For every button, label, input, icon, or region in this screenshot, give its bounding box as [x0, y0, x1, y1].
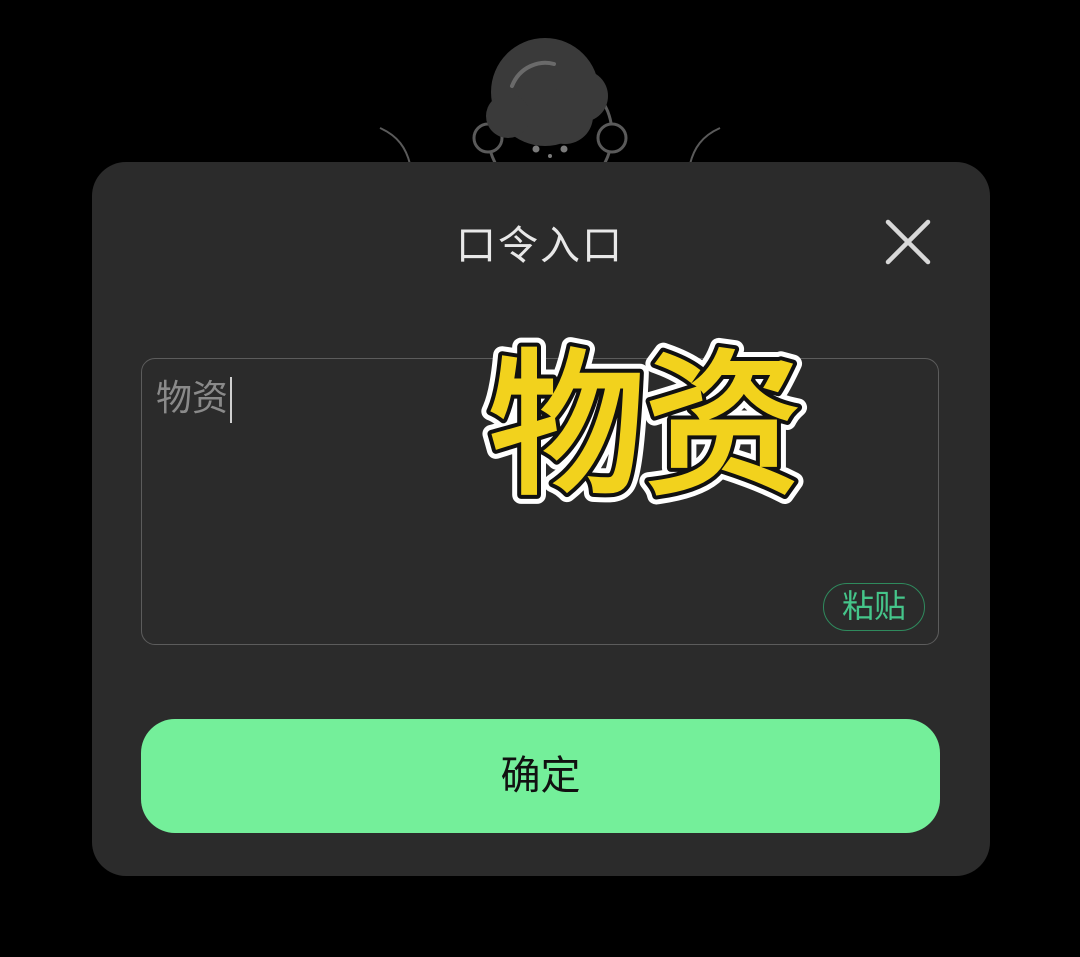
command-input-text: 物资: [156, 378, 229, 419]
sticker-word-inner: 物资: [489, 335, 801, 517]
screen: 口令入口 物资 粘贴 物资 物资 确定: [0, 0, 1080, 957]
mascot-icon: [379, 38, 721, 176]
close-icon[interactable]: [882, 216, 934, 268]
text-caret: [230, 377, 233, 423]
command-input-value[interactable]: 物资: [156, 374, 233, 424]
paste-button[interactable]: 粘贴: [823, 583, 925, 631]
confirm-button[interactable]: 确定: [141, 719, 940, 833]
overlay-sticker-text: 物资 物资: [480, 326, 810, 520]
